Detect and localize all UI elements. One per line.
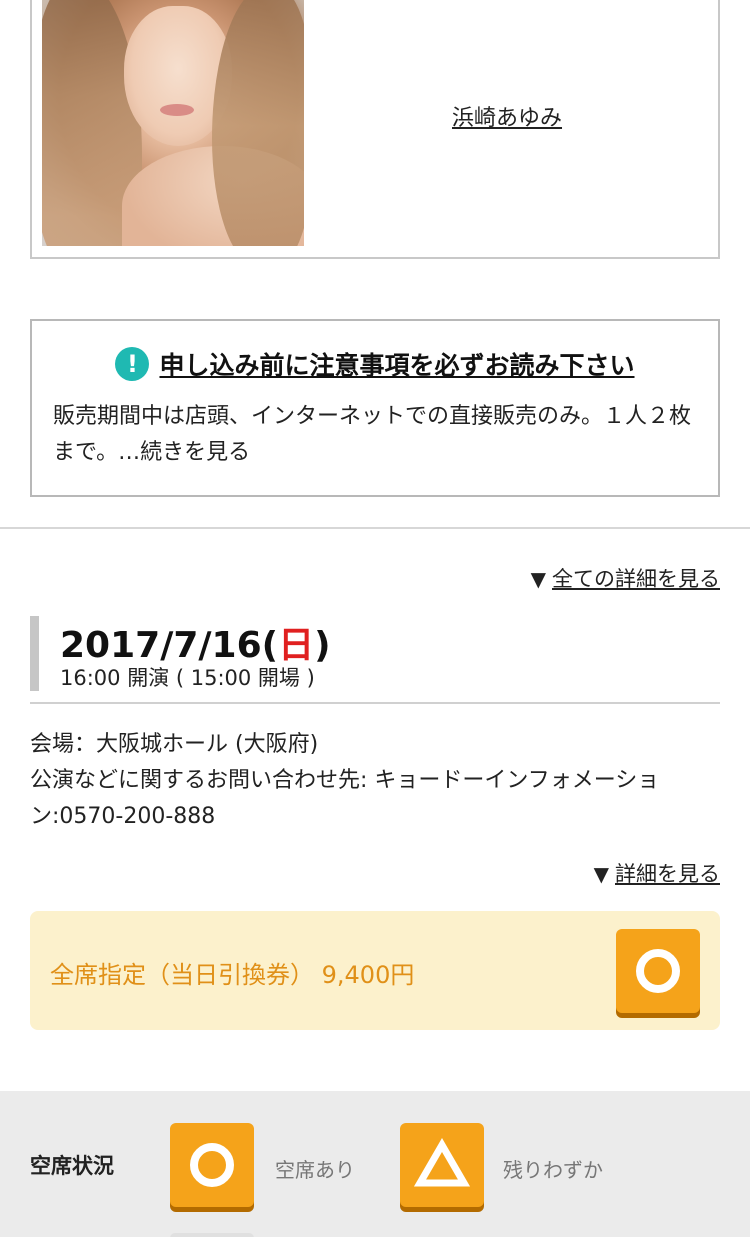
day-of-week: 日 [278,625,315,666]
performance-time: 16:00 開演 ( 15:00 開場 ) [60,666,315,690]
artist-card: 浜崎あゆみ [30,0,720,259]
date-accent-bar [30,616,39,691]
contact-info: 公演などに関するお問い合わせ先: キョードーインフォメーション:0570-200… [30,768,660,829]
performance-date: 2017/7/16(日) [60,625,331,666]
notice-header: ! 申し込み前に注意事項を必ずお読み下さい [32,346,718,382]
venue-info: 会場：大阪城ホール (大阪府) 公演などに関するお問い合わせ先: キョードーイン… [30,727,720,835]
legend-title: 空席状況 [30,1154,114,1178]
notice-title-link[interactable]: 申し込み前に注意事項を必ずお読み下さい [159,346,634,382]
legend-next-badge-top [170,1233,254,1237]
performance-date-block: 2017/7/16(日) 16:00 開演 ( 15:00 開場 ) [30,616,720,704]
ticket-price: 9,400円 [321,961,415,989]
triangle-down-icon: ▼ [593,862,609,886]
triangle-icon [413,1138,471,1187]
details-toggle[interactable]: ▼ 詳細を見る [594,858,720,888]
exclamation-icon: ! [115,347,150,381]
legend-available-badge [170,1123,254,1207]
all-details-toggle[interactable]: ▼ 全ての詳細を見る [531,563,720,593]
triangle-down-icon: ▼ [530,567,546,591]
section-divider [0,527,750,529]
circle-icon [190,1143,234,1187]
legend-few-left-badge [400,1123,484,1207]
artist-photo [42,0,304,246]
circle-icon [636,949,680,993]
artist-name-link[interactable]: 浜崎あゆみ [452,100,562,132]
notice-card: ! 申し込み前に注意事項を必ずお読み下さい 販売期間中は店頭、インターネットでの直… [30,319,720,497]
notice-body[interactable]: 販売期間中は店頭、インターネットでの直接販売のみ。１人２枚まで。…続きを見る [53,399,692,471]
all-details-link[interactable]: 全ての詳細を見る [552,567,720,591]
availability-legend: 空席状況 空席あり 残りわずか [0,1091,750,1237]
legend-available-label: 空席あり [275,1158,355,1182]
ticket-select-button[interactable] [616,929,700,1013]
ticket-row[interactable]: 全席指定（当日引換券） 9,400円 [30,911,720,1030]
legend-few-left-label: 残りわずか [503,1158,603,1182]
venue-name: 会場：大阪城ホール (大阪府) [30,732,319,757]
details-link[interactable]: 詳細を見る [615,862,720,886]
ticket-label: 全席指定（当日引換券） 9,400円 [50,961,415,989]
